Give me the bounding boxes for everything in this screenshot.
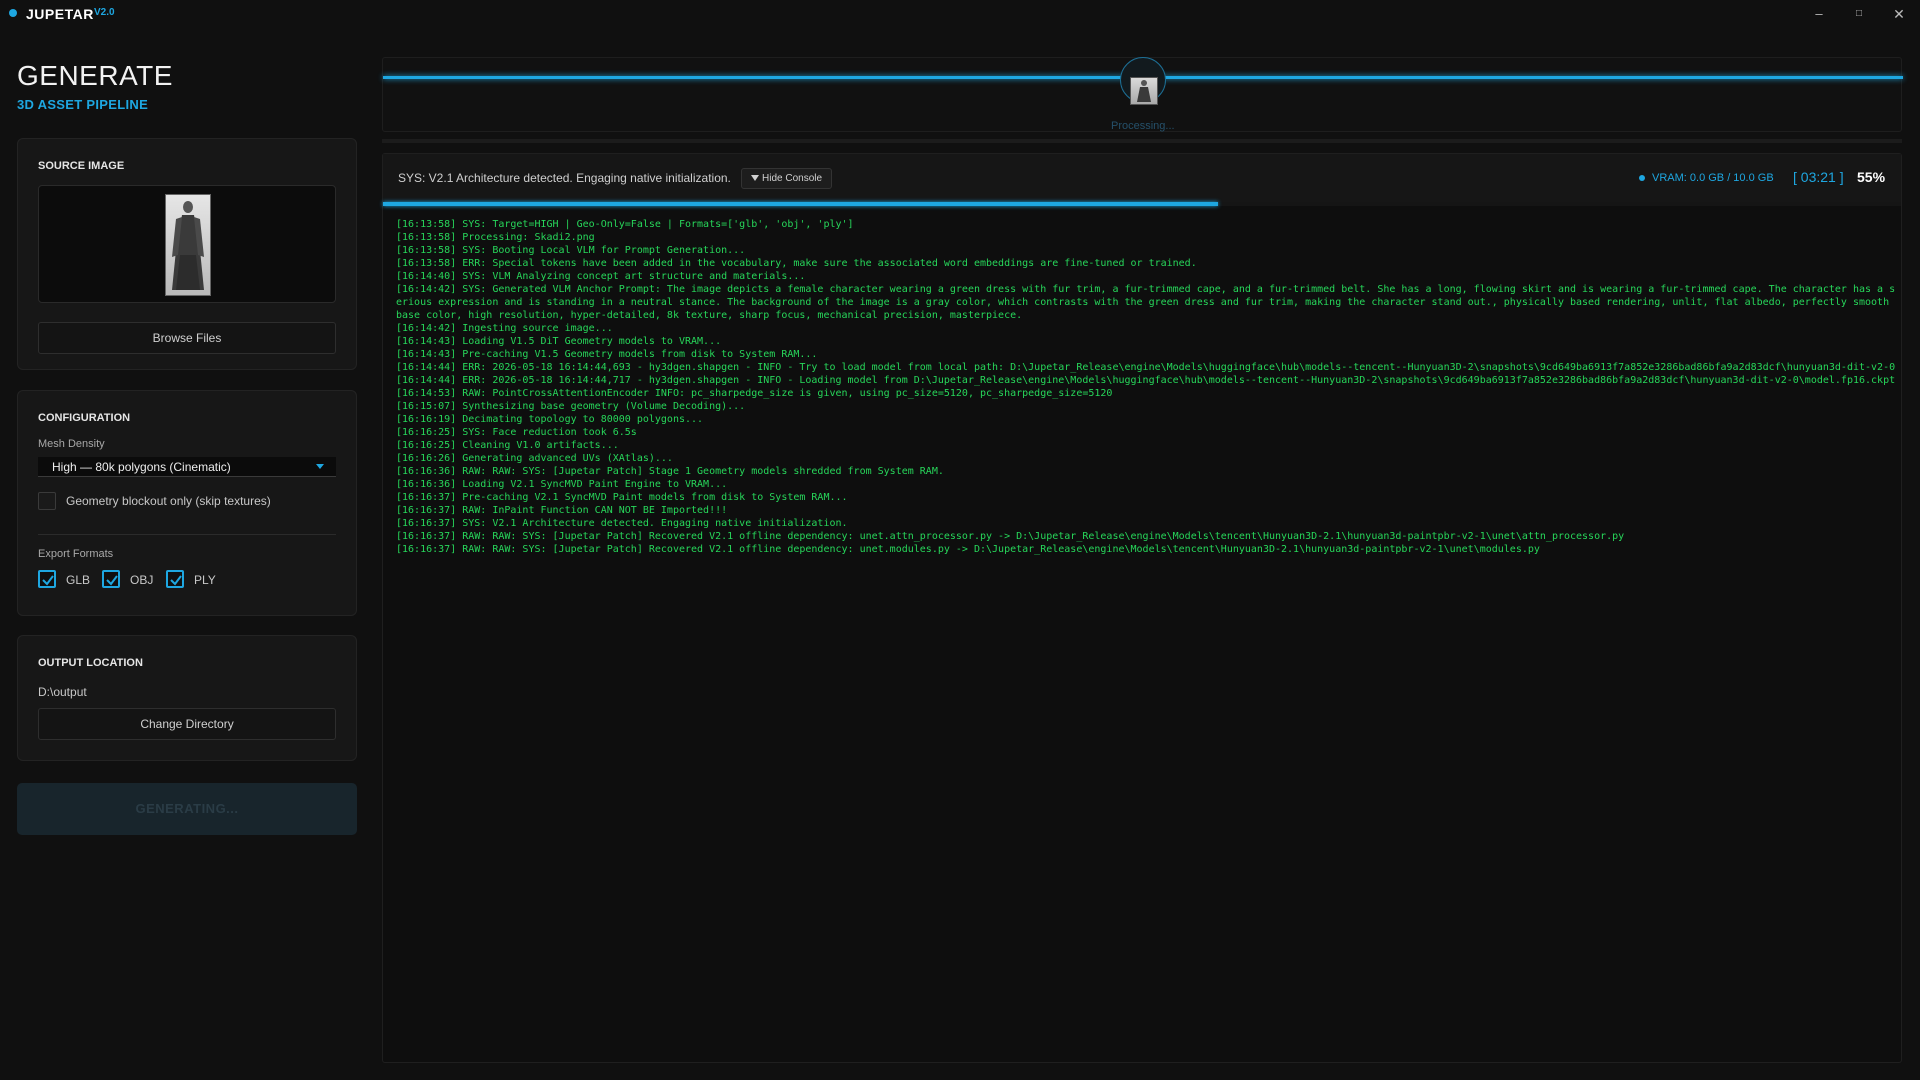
progress-thumbnail: [1130, 77, 1158, 105]
log-line: [16:14:40] SYS: VLM Analyzing concept ar…: [396, 271, 806, 282]
source-image-title: SOURCE IMAGE: [38, 160, 125, 172]
log-line: [16:13:58] SYS: Booting Local VLM for Pr…: [396, 245, 746, 256]
log-line: [16:13:58] Processing: Skadi2.png: [396, 232, 595, 243]
log-line: [16:16:36] Loading V2.1 SyncMVD Paint En…: [396, 479, 728, 490]
log-line: [16:15:07] Synthesizing base geometry (V…: [396, 401, 746, 412]
output-location-title: OUTPUT LOCATION: [38, 657, 143, 669]
app-version: V2.0: [94, 7, 115, 18]
log-line: [16:14:42] SYS: Generated VLM Anchor Pro…: [396, 284, 1896, 321]
pipeline-progress-strip: Processing...: [382, 57, 1903, 132]
title-bar: JUPETAR V2.0 – □ ✕: [0, 0, 1920, 28]
geometry-blockout-label: Geometry blockout only (skip textures): [66, 494, 271, 508]
log-line: [16:16:37] RAW: RAW: SYS: [Jupetar Patch…: [396, 544, 1540, 555]
processing-status: Processing...: [1111, 120, 1175, 132]
vram-indicator-icon: [1639, 175, 1645, 181]
checkmark-icon: [170, 575, 182, 586]
maximize-button[interactable]: □: [1844, 4, 1874, 24]
console-progress-fill: [383, 202, 1218, 206]
glb-checkbox[interactable]: [38, 570, 56, 588]
log-line: [16:14:44] ERR: 2026-05-18 16:14:44,693 …: [396, 362, 1896, 373]
page-title: GENERATE: [17, 60, 173, 91]
minimize-button[interactable]: –: [1804, 4, 1834, 24]
chevron-down-icon: [316, 464, 324, 469]
output-location-panel: OUTPUT LOCATION D:\output Change Directo…: [17, 635, 357, 761]
source-thumbnail: [165, 194, 211, 296]
mesh-density-label: Mesh Density: [38, 438, 105, 450]
source-image-preview[interactable]: [38, 185, 336, 303]
generate-button[interactable]: GENERATING...: [17, 783, 357, 835]
log-line: [16:16:37] Pre-caching V2.1 SyncMVD Pain…: [396, 492, 848, 503]
browse-files-button[interactable]: Browse Files: [38, 322, 336, 354]
ply-checkbox[interactable]: [166, 570, 184, 588]
strip-divider: [382, 139, 1902, 143]
triangle-down-icon: [751, 175, 759, 182]
log-line: [16:14:43] Loading V1.5 DiT Geometry mod…: [396, 336, 722, 347]
obj-checkbox[interactable]: [102, 570, 120, 588]
vram-usage: VRAM: 0.0 GB / 10.0 GB: [1652, 172, 1774, 184]
hide-console-button[interactable]: Hide Console: [741, 168, 833, 189]
app-name: JUPETAR: [26, 6, 94, 22]
divider: [38, 534, 336, 535]
log-line: [16:16:19] Decimating topology to 80000 …: [396, 414, 704, 425]
ply-label: PLY: [194, 573, 216, 587]
log-line: [16:14:43] Pre-caching V1.5 Geometry mod…: [396, 349, 818, 360]
brand-logo-icon: [9, 9, 17, 17]
checkmark-icon: [106, 575, 118, 586]
log-line: [16:16:25] Cleaning V1.0 artifacts...: [396, 440, 619, 451]
glb-label: GLB: [66, 573, 91, 587]
source-image-panel: SOURCE IMAGE Browse Files: [17, 138, 357, 370]
console-header: SYS: V2.1 Architecture detected. Engagin…: [383, 154, 1901, 202]
log-line: [16:14:53] RAW: PointCrossAttentionEncod…: [396, 388, 1113, 399]
obj-label: OBJ: [130, 573, 154, 587]
log-line: [16:16:36] RAW: RAW: SYS: [Jupetar Patch…: [396, 466, 944, 477]
console-panel: SYS: V2.1 Architecture detected. Engagin…: [382, 153, 1902, 1063]
log-line: [16:14:44] ERR: 2026-05-18 16:14:44,717 …: [396, 375, 1896, 386]
close-button[interactable]: ✕: [1884, 4, 1914, 24]
log-line: [16:16:37] RAW: RAW: SYS: [Jupetar Patch…: [396, 531, 1625, 542]
hide-console-label: Hide Console: [762, 173, 823, 184]
log-line: [16:13:58] SYS: Target=HIGH | Geo-Only=F…: [396, 219, 854, 230]
configuration-title: CONFIGURATION: [38, 412, 131, 424]
log-line: [16:16:37] RAW: InPaint Function CAN NOT…: [396, 505, 728, 516]
checkmark-icon: [42, 575, 54, 586]
elapsed-timer: [ 03:21 ]: [1793, 169, 1844, 185]
log-line: [16:16:25] SYS: Face reduction took 6.5s: [396, 427, 637, 438]
console-progress-bar: [383, 202, 1901, 206]
log-line: [16:13:58] ERR: Special tokens have been…: [396, 258, 1197, 269]
page-subtitle: 3D ASSET PIPELINE: [17, 97, 149, 112]
log-line: [16:16:26] Generating advanced UVs (XAtl…: [396, 453, 673, 464]
log-line: [16:14:42] Ingesting source image...: [396, 323, 613, 334]
geometry-blockout-checkbox[interactable]: [38, 492, 56, 510]
export-formats-label: Export Formats: [38, 548, 114, 560]
console-status-text: SYS: V2.1 Architecture detected. Engagin…: [398, 171, 731, 185]
log-line: [16:16:37] SYS: V2.1 Architecture detect…: [396, 518, 848, 529]
mesh-density-select[interactable]: High — 80k polygons (Cinematic): [38, 457, 336, 477]
output-path: D:\output: [38, 685, 87, 699]
console-log: [16:13:58] SYS: Target=HIGH | Geo-Only=F…: [396, 218, 1896, 556]
progress-percent: 55%: [1857, 169, 1886, 185]
change-directory-button[interactable]: Change Directory: [38, 708, 336, 740]
mesh-density-value: High — 80k polygons (Cinematic): [52, 460, 231, 474]
configuration-panel: CONFIGURATION Mesh Density High — 80k po…: [17, 390, 357, 616]
